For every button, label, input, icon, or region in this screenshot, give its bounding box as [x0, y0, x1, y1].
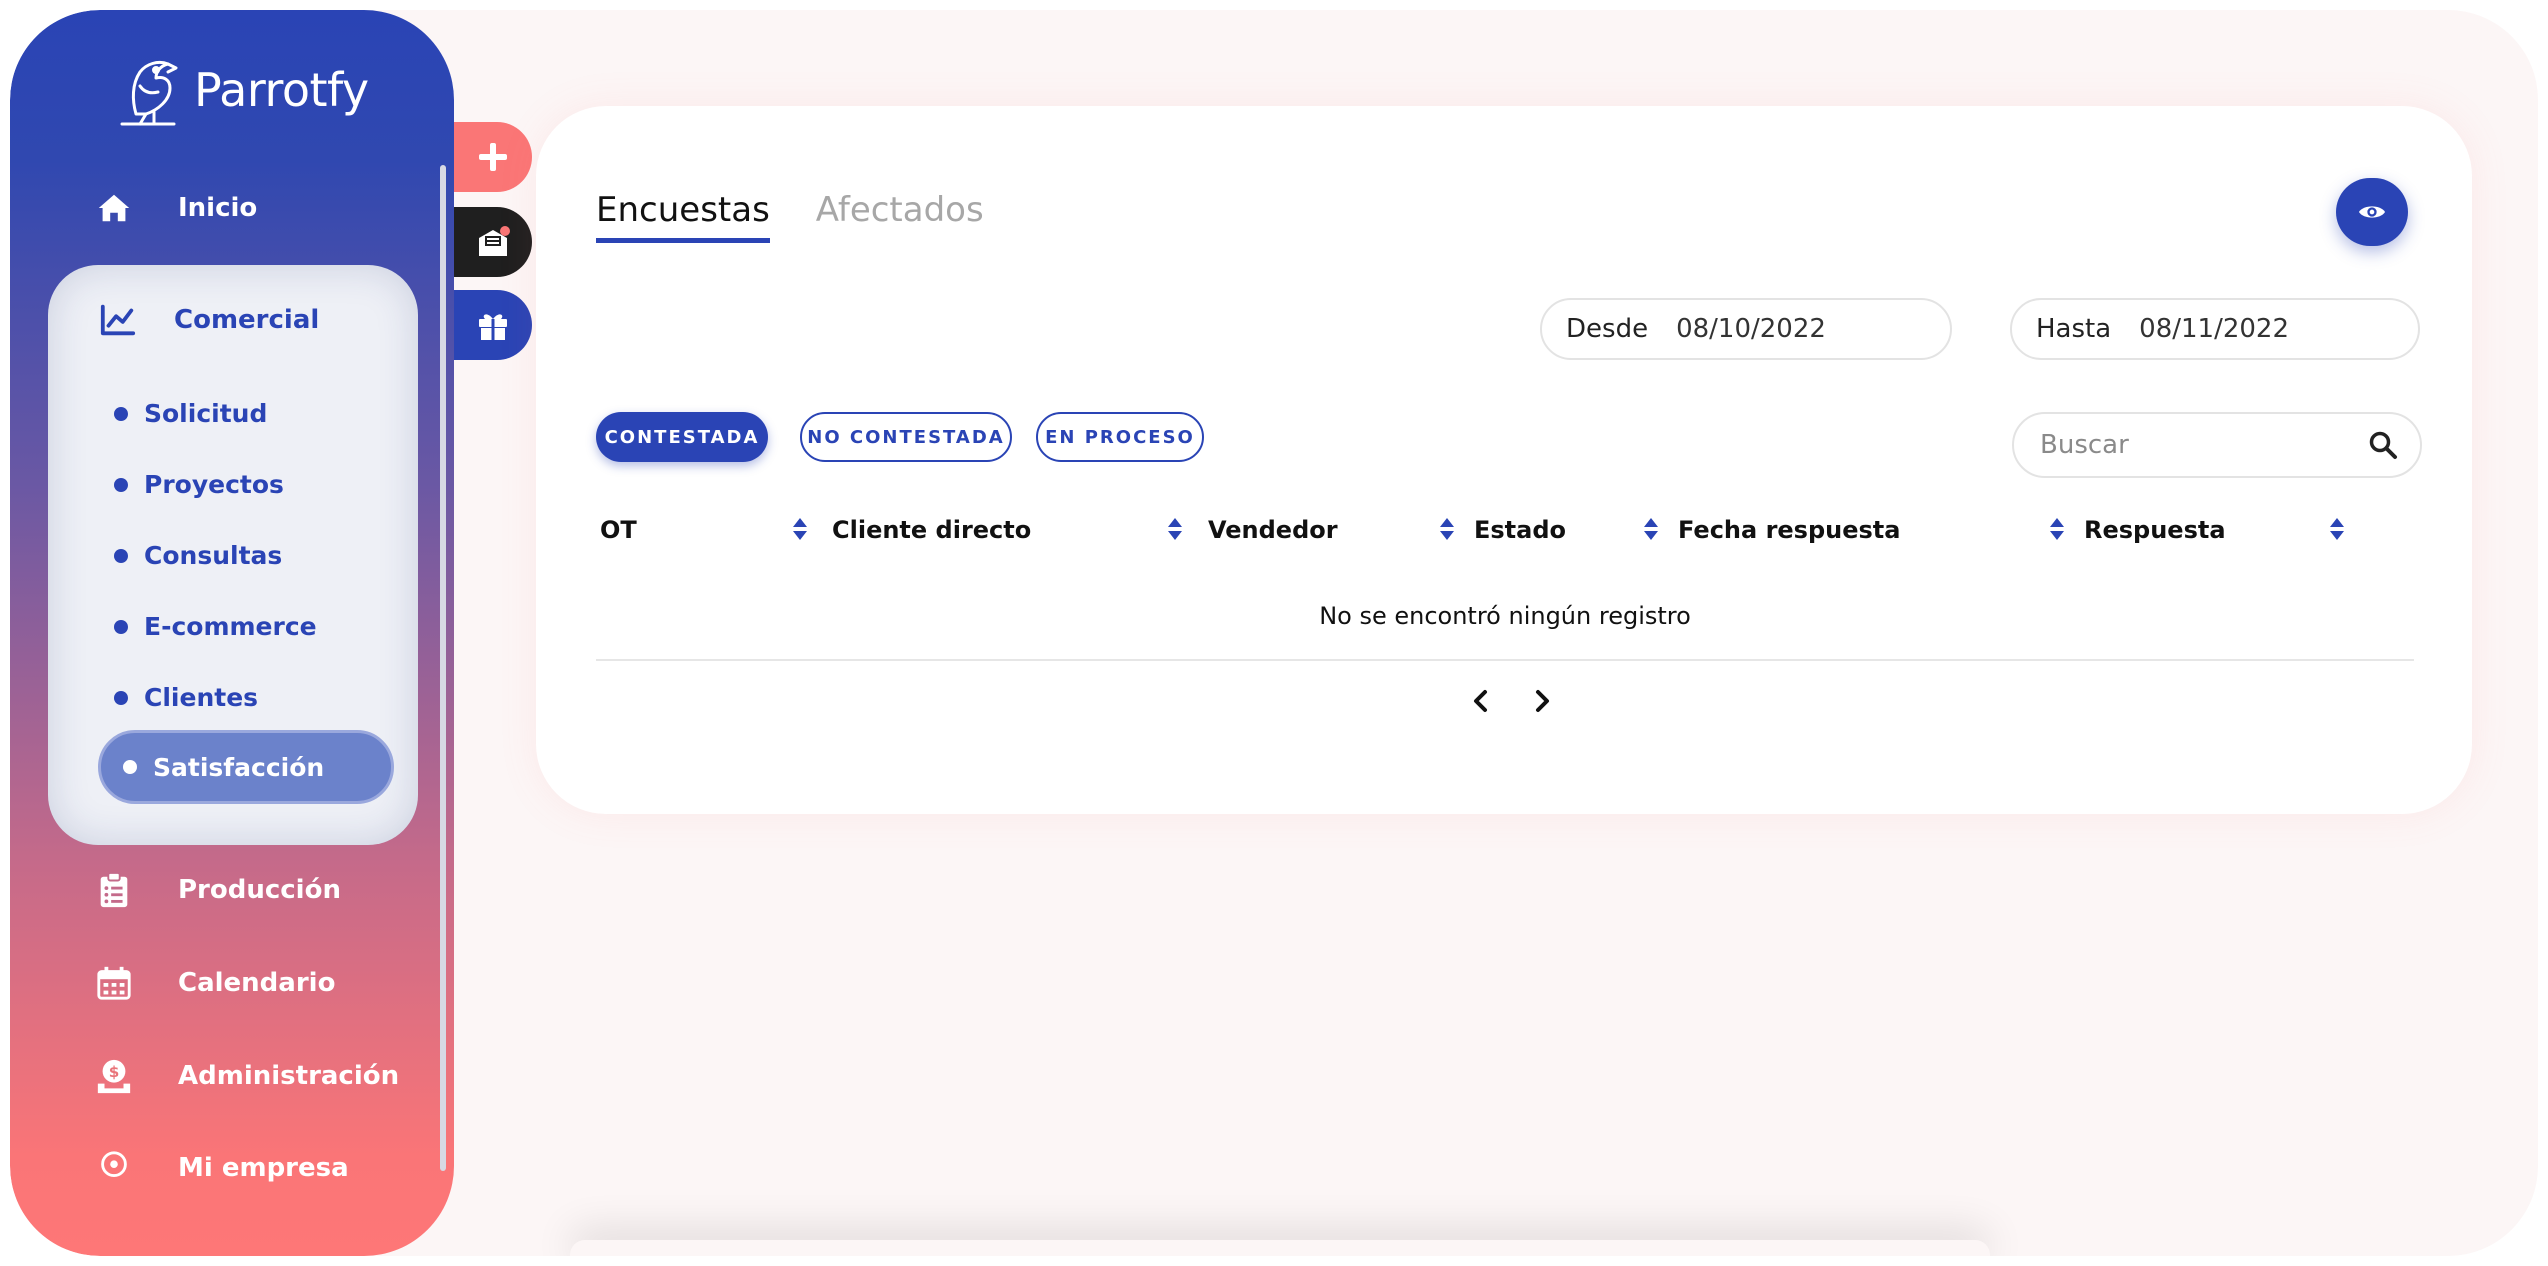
sort-estado-icon[interactable] [1642, 516, 1660, 542]
bullet-icon [114, 477, 128, 492]
column-header-cliente-directo: Cliente directo [832, 516, 1032, 544]
submenu-item-clientes[interactable]: Clientes [114, 683, 258, 712]
submenu-item-proyectos[interactable]: Proyectos [114, 470, 284, 499]
column-header-fecha-respuesta: Fecha respuesta [1678, 516, 1901, 544]
calendar-icon [94, 963, 134, 1003]
sidebar-item-label: Inicio [178, 193, 258, 223]
chevron-left-icon[interactable] [1466, 686, 1496, 716]
bullet-icon [114, 690, 128, 705]
gift-icon [479, 314, 507, 340]
submenu-item-satisfaccion[interactable]: Satisfacción [98, 730, 394, 804]
sort-fecha-respuesta-icon[interactable] [2048, 516, 2066, 542]
chart-line-icon [98, 300, 138, 340]
sidebar-scrollbar[interactable] [440, 165, 446, 1171]
sidebar-item-label: Administración [178, 1061, 400, 1091]
surveys-card: Encuestas Afectados Desde 08/10/2022 Has… [536, 106, 2472, 814]
tab-encuestas[interactable]: Encuestas [596, 190, 770, 243]
submenu-item-label: E-commerce [144, 612, 317, 641]
sidebar-item-label: Producción [178, 875, 341, 905]
filter-no-contestada-button[interactable]: NO CONTESTADA [800, 412, 1012, 462]
search-box [2012, 412, 2422, 478]
bullet-icon [123, 760, 137, 774]
date-to-label: Hasta [2036, 314, 2112, 344]
bottom-panel-shadow [570, 1240, 1990, 1256]
brand-logo[interactable]: Parrotfy [110, 48, 369, 132]
plus-icon [479, 143, 507, 171]
add-button[interactable] [454, 122, 532, 192]
bullet-icon [114, 406, 128, 421]
filter-contestada-button[interactable]: CONTESTADA [596, 412, 768, 462]
date-to-value[interactable]: 08/11/2022 [2139, 314, 2289, 344]
sort-cliente-directo-icon[interactable] [1166, 516, 1184, 542]
column-header-respuesta: Respuesta [2084, 516, 2226, 544]
submenu-item-solicitud[interactable]: Solicitud [114, 399, 267, 428]
chevron-right-icon[interactable] [1527, 686, 1557, 716]
column-header-ot: OT [600, 516, 637, 544]
eye-icon [2358, 206, 2386, 218]
tab-bar: Encuestas Afectados [596, 190, 984, 243]
search-icon[interactable] [2368, 430, 2398, 460]
empty-table-message: No se encontró ningún registro [1319, 602, 1691, 630]
submenu-item-label: Clientes [144, 683, 259, 712]
sidebar-item-label: Mi empresa [178, 1153, 349, 1183]
inbox-icon [479, 226, 510, 256]
date-to-field[interactable]: Hasta 08/11/2022 [2010, 298, 2420, 360]
sort-vendedor-icon[interactable] [1438, 516, 1456, 542]
sidebar-item-calendario[interactable]: Calendario [94, 963, 335, 1003]
money-hand-icon: $ [94, 1056, 134, 1096]
sidebar-item-produccion[interactable]: Producción [94, 870, 341, 910]
building-icon [94, 1148, 134, 1188]
parrot-logo-icon [120, 60, 178, 126]
bullet-icon [114, 619, 128, 634]
date-from-field[interactable]: Desde 08/10/2022 [1540, 298, 1952, 360]
gift-button[interactable] [454, 290, 532, 360]
view-toggle-button[interactable] [2336, 178, 2408, 246]
date-from-value[interactable]: 08/10/2022 [1676, 314, 1826, 344]
submenu-item-consultas[interactable]: Consultas [114, 541, 282, 570]
submenu-item-label: Satisfacción [153, 752, 325, 782]
submenu-item-ecommerce[interactable]: E-commerce [114, 612, 317, 641]
sidebar-item-label: Calendario [178, 968, 336, 998]
sidebar-item-label: Comercial [174, 305, 320, 335]
sidebar-item-administracion[interactable]: $ Administración [94, 1056, 399, 1096]
sort-respuesta-icon[interactable] [2328, 516, 2346, 542]
bullet-icon [114, 548, 128, 563]
column-header-estado: Estado [1474, 516, 1567, 544]
sort-ot-icon[interactable] [791, 516, 809, 542]
search-input[interactable] [2038, 429, 2342, 461]
column-header-vendedor: Vendedor [1208, 516, 1338, 544]
home-icon [94, 188, 134, 228]
tab-afectados[interactable]: Afectados [816, 190, 984, 243]
submenu-item-label: Consultas [144, 541, 283, 570]
app-window: Parrotfy Inicio Comercial Solicitud Proy… [10, 10, 2538, 1256]
sidebar-item-inicio[interactable]: Inicio [94, 188, 257, 228]
comercial-submenu: Comercial Solicitud Proyectos Consultas … [48, 265, 418, 845]
table-divider [596, 659, 2414, 661]
date-from-label: Desde [1566, 314, 1649, 344]
sidebar-item-mi-empresa[interactable]: Mi empresa [94, 1148, 349, 1188]
sidebar-item-comercial[interactable]: Comercial [98, 300, 319, 340]
clipboard-list-icon [94, 870, 134, 910]
filter-en-proceso-button[interactable]: EN PROCESO [1036, 412, 1204, 462]
sidebar: Parrotfy Inicio Comercial Solicitud Proy… [10, 10, 454, 1256]
brand-name: Parrotfy [194, 63, 369, 117]
submenu-item-label: Proyectos [144, 470, 284, 499]
svg-text:$: $ [109, 1063, 120, 1081]
submenu-item-label: Solicitud [144, 399, 268, 428]
inbox-button[interactable] [454, 207, 532, 277]
